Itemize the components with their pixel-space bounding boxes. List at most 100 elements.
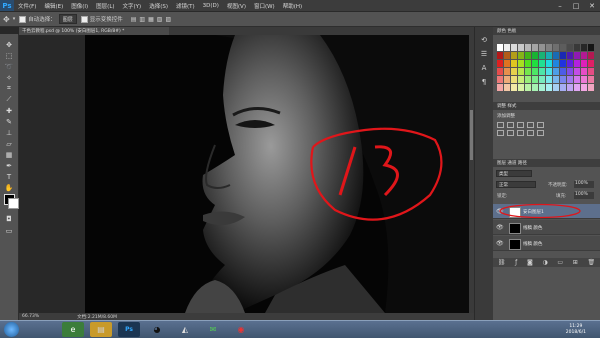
- screen-mode-icon[interactable]: ▭: [3, 226, 15, 235]
- swatch-cell[interactable]: [581, 44, 587, 51]
- swatch-cell[interactable]: [553, 52, 559, 59]
- menu-filter[interactable]: 滤镜(T): [172, 2, 199, 10]
- swatch-cell[interactable]: [539, 76, 545, 83]
- swatch-cell[interactable]: [581, 60, 587, 67]
- magic-wand-icon[interactable]: ✧: [3, 73, 15, 82]
- swatch-cell[interactable]: [546, 68, 552, 75]
- move-icon[interactable]: ✥: [3, 40, 15, 49]
- layers-tabs[interactable]: 图层 通道 路径: [493, 159, 600, 167]
- swatch-cell[interactable]: [588, 84, 594, 91]
- move-tool-icon[interactable]: ✥: [3, 15, 10, 24]
- hand-icon[interactable]: ✋: [3, 183, 15, 192]
- menu-edit[interactable]: 编辑(E): [40, 2, 67, 10]
- history-icon[interactable]: ⟲: [479, 35, 489, 44]
- swatch-cell[interactable]: [581, 84, 587, 91]
- minimize-button[interactable]: –: [552, 0, 568, 11]
- mask-icon[interactable]: ◙: [527, 259, 533, 266]
- swatch-cell[interactable]: [525, 76, 531, 83]
- photo-filter-icon[interactable]: [527, 130, 534, 136]
- swatch-cell[interactable]: [574, 68, 580, 75]
- paragraph-icon[interactable]: ¶: [479, 77, 489, 86]
- swatch-cell[interactable]: [504, 60, 510, 67]
- menu-help[interactable]: 帮助(H): [279, 2, 306, 10]
- swatch-cell[interactable]: [574, 76, 580, 83]
- properties-icon[interactable]: ☰: [479, 49, 489, 58]
- swatch-cell[interactable]: [588, 60, 594, 67]
- swatch-cell[interactable]: [560, 84, 566, 91]
- swatch-cell[interactable]: [553, 60, 559, 67]
- swatch-cell[interactable]: [588, 76, 594, 83]
- swatch-cell[interactable]: [567, 84, 573, 91]
- browser-icon[interactable]: e: [62, 322, 84, 337]
- swatch-cell[interactable]: [553, 84, 559, 91]
- layer-kind-filter[interactable]: 类型: [496, 170, 532, 177]
- swatch-cell[interactable]: [511, 84, 517, 91]
- canvas[interactable]: 13: [85, 35, 469, 313]
- quick-mask-icon[interactable]: ◘: [3, 214, 15, 223]
- swatch-cell[interactable]: [532, 68, 538, 75]
- swatch-cell[interactable]: [504, 68, 510, 75]
- text-icon[interactable]: T: [3, 172, 15, 181]
- swatch-cell[interactable]: [497, 60, 503, 67]
- curves-icon[interactable]: [517, 122, 524, 128]
- menu-image[interactable]: 图像(I): [67, 2, 92, 10]
- swatch-cell[interactable]: [504, 44, 510, 51]
- swatch-cell[interactable]: [567, 76, 573, 83]
- fx-icon[interactable]: ƒ: [515, 259, 517, 266]
- auto-select-dropdown[interactable]: 图层: [58, 14, 77, 24]
- eye-icon[interactable]: 👁: [496, 224, 504, 231]
- adjustment-layer-icon[interactable]: ◑: [542, 259, 547, 266]
- swatch-cell[interactable]: [588, 44, 594, 51]
- marquee-icon[interactable]: ⬚: [3, 51, 15, 60]
- swatch-cell[interactable]: [546, 84, 552, 91]
- swatch-cell[interactable]: [539, 68, 545, 75]
- swatch-cell[interactable]: [525, 60, 531, 67]
- swatch-cell[interactable]: [532, 52, 538, 59]
- swatch-cell[interactable]: [539, 84, 545, 91]
- new-layer-icon[interactable]: ⊞: [573, 259, 578, 266]
- swatch-cell[interactable]: [560, 76, 566, 83]
- healing-brush-icon[interactable]: ✚: [3, 106, 15, 115]
- swatch-cell[interactable]: [560, 68, 566, 75]
- auto-select-checkbox[interactable]: [19, 15, 27, 23]
- swatch-cell[interactable]: [525, 52, 531, 59]
- start-button[interactable]: [4, 322, 19, 337]
- swatch-cell[interactable]: [567, 60, 573, 67]
- eye-icon[interactable]: 👁: [496, 240, 504, 247]
- swatch-cell[interactable]: [560, 60, 566, 67]
- swatch-cell[interactable]: [539, 60, 545, 67]
- maximize-button[interactable]: □: [568, 0, 584, 11]
- swatch-cell[interactable]: [574, 60, 580, 67]
- link-icon[interactable]: ⛓: [498, 259, 506, 266]
- swatch-cell[interactable]: [588, 52, 594, 59]
- swatch-cell[interactable]: [518, 44, 524, 51]
- brightness-icon[interactable]: [497, 122, 504, 128]
- system-clock[interactable]: 11:29 2018/6/1: [566, 324, 586, 336]
- eyedropper-icon[interactable]: ⟋: [3, 95, 15, 104]
- pen-icon[interactable]: ✒: [3, 161, 15, 170]
- swatch-cell[interactable]: [525, 84, 531, 91]
- swatch-cell[interactable]: [546, 52, 552, 59]
- swatch-cell[interactable]: [581, 76, 587, 83]
- swatch-cell[interactable]: [553, 68, 559, 75]
- swatch-cell[interactable]: [518, 60, 524, 67]
- swatch-cell[interactable]: [497, 84, 503, 91]
- vibrance-icon[interactable]: [537, 122, 544, 128]
- menu-window[interactable]: 窗口(W): [250, 2, 279, 10]
- gradient-icon[interactable]: ▦: [3, 150, 15, 159]
- trash-icon[interactable]: 🗑: [588, 259, 596, 266]
- wechat-icon[interactable]: ✉: [202, 322, 224, 337]
- show-transform-checkbox[interactable]: [80, 15, 88, 23]
- netease-icon[interactable]: ◉: [230, 322, 252, 337]
- swatch-cell[interactable]: [518, 84, 524, 91]
- lasso-icon[interactable]: ➰: [3, 62, 15, 71]
- zoom-level[interactable]: 66.73%: [22, 314, 39, 319]
- swatch-cell[interactable]: [567, 68, 573, 75]
- swatch-cell[interactable]: [518, 52, 524, 59]
- layer-row[interactable]: 👁 线稿 颜色: [493, 220, 600, 235]
- media-icon[interactable]: ◭: [174, 322, 196, 337]
- swatch-cell[interactable]: [532, 84, 538, 91]
- swatch-cell[interactable]: [581, 68, 587, 75]
- close-button[interactable]: ✕: [584, 0, 600, 11]
- explorer-icon[interactable]: ▤: [90, 322, 112, 337]
